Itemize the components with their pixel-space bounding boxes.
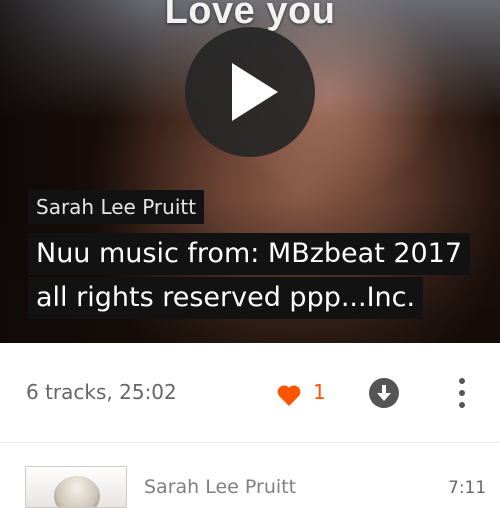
- download-button[interactable]: [369, 378, 399, 408]
- play-icon: [232, 63, 278, 121]
- track-row[interactable]: Sarah Lee Pruitt 7:11: [0, 443, 500, 508]
- track-duration: 7:11: [448, 478, 487, 498]
- playlist-title-line-1: Nuu music from: MBzbeat 2017: [28, 233, 471, 275]
- heart-icon: [277, 385, 301, 406]
- track-summary: 6 tracks, 25:02: [26, 380, 177, 404]
- more-vertical-icon: [459, 378, 465, 384]
- playlist-artist-link[interactable]: Sarah Lee Pruitt: [28, 190, 205, 224]
- play-button[interactable]: [185, 27, 315, 157]
- playlist-artwork: Love you Sarah Lee Pruitt Nuu music from…: [0, 0, 500, 343]
- playlist-title: Nuu music from: MBzbeat 2017 all rights …: [28, 233, 471, 321]
- like-count: 1: [313, 380, 326, 404]
- playlist-info-bar: 6 tracks, 25:02 1: [0, 343, 500, 443]
- download-icon: [377, 385, 391, 401]
- playlist-title-line-2: all rights reserved ppp...Inc.: [28, 277, 424, 319]
- track-thumbnail: [25, 466, 127, 508]
- more-options-button[interactable]: [450, 376, 474, 410]
- track-artist: Sarah Lee Pruitt: [144, 476, 297, 498]
